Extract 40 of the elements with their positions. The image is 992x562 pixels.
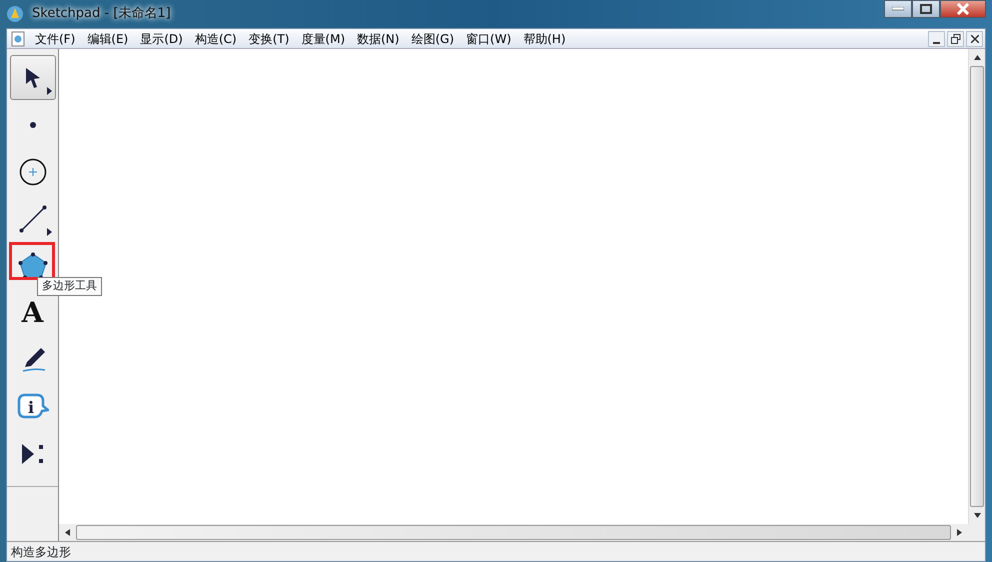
menu-item[interactable]: 度量(M) [295, 30, 351, 48]
circle-icon [18, 158, 46, 186]
menu-item[interactable]: 窗口(W) [460, 30, 518, 48]
status-text: 构造多边形 [7, 541, 985, 561]
maximize-button[interactable] [912, 0, 940, 18]
minimize-button[interactable] [928, 30, 945, 46]
window-title: Sketchpad - [未命名1] [32, 5, 171, 24]
menu-item[interactable]: 显示(D) [134, 30, 189, 48]
menu-item[interactable]: 构造(C) [188, 30, 243, 48]
minimize-button[interactable] [884, 0, 912, 18]
menu-item[interactable]: 变换(T) [242, 30, 296, 48]
restore-icon [950, 34, 960, 44]
vertical-scrollbar[interactable] [968, 49, 985, 524]
menu-item[interactable]: 数据(N) [351, 30, 406, 48]
minimize-icon [892, 7, 904, 11]
close-icon [970, 34, 978, 42]
point-icon [30, 122, 36, 128]
menu-item[interactable]: 绘图(G) [405, 30, 460, 48]
scroll-down-icon[interactable] [974, 513, 981, 518]
app-icon [6, 5, 24, 23]
restore-button[interactable] [947, 30, 964, 46]
play-triangle-icon [20, 442, 46, 466]
line-segment-icon [18, 204, 46, 232]
menu-item[interactable]: 编辑(E) [81, 30, 134, 48]
info-bubble-icon: i [16, 392, 48, 420]
scroll-right-icon[interactable] [957, 529, 962, 536]
scroll-up-icon[interactable] [974, 55, 981, 60]
pentagon-icon [18, 252, 48, 280]
menu-item[interactable]: 文件(F) [29, 30, 82, 48]
tool-button[interactable]: i [10, 384, 56, 429]
scroll-left-icon[interactable] [65, 529, 70, 536]
close-icon [956, 3, 970, 15]
menu-item[interactable]: 帮助(H) [517, 30, 572, 48]
minimize-icon [933, 42, 940, 44]
close-button[interactable] [940, 0, 986, 18]
maximize-icon [920, 4, 932, 14]
tool-button[interactable] [10, 55, 56, 100]
document-icon[interactable] [11, 30, 25, 46]
tooltip: 多边形工具 [37, 277, 102, 296]
close-button[interactable] [966, 30, 983, 46]
